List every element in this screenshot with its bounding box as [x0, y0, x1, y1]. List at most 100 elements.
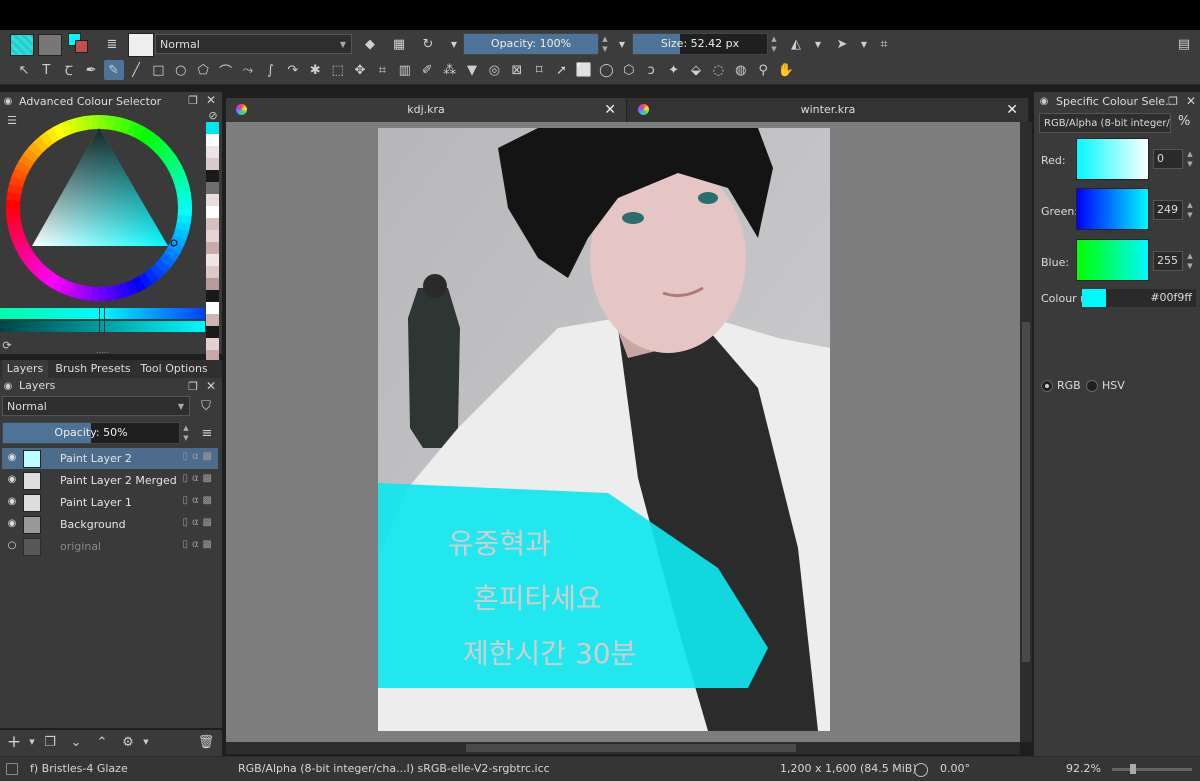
visibility-eye-icon[interactable]: ○	[6, 540, 18, 552]
palette-swatch[interactable]	[206, 254, 219, 266]
status-rotation[interactable]: 0.00°	[940, 757, 970, 781]
background-colour[interactable]	[75, 40, 88, 53]
layer-lock-alpha-icons[interactable]: ▯α▩	[172, 451, 216, 465]
float-panel-icon[interactable]: ❐	[186, 92, 200, 108]
brush-preset-thumbnail[interactable]	[128, 33, 154, 57]
transform-icon[interactable]: ⬚	[328, 60, 348, 80]
layer-row[interactable]: ◉ Background ▯α▩	[2, 514, 218, 535]
reload-preset-icon[interactable]: ↻	[418, 34, 438, 54]
crop-icon[interactable]: ⌗	[372, 60, 392, 80]
blend-mode-select[interactable]: Normal ▼	[155, 34, 352, 54]
hex-input[interactable]: #00f9ff	[1106, 289, 1196, 307]
move-icon[interactable]: ✥	[350, 60, 370, 80]
layer-blend-mode-select[interactable]: Normal ▼	[2, 396, 190, 416]
layer-row[interactable]: ◉ Paint Layer 2 ▯α▩	[2, 448, 218, 469]
contiguous-select-icon[interactable]: ✦	[664, 60, 684, 80]
gradient-swatch[interactable]	[10, 34, 34, 56]
zoom-icon[interactable]: ⚲	[753, 60, 773, 80]
tab-document-1[interactable]: kdj.kra ✕	[226, 98, 627, 122]
percent-toggle[interactable]: %	[1178, 114, 1190, 129]
artwork-canvas[interactable]: 유중혁과 혼피타세요 제한시간 30분	[378, 128, 830, 731]
calligraphy-icon[interactable]: ✒	[81, 60, 101, 80]
close-icon[interactable]: ✕	[1006, 98, 1018, 122]
chevron-down-icon[interactable]: ▼	[444, 34, 464, 54]
freehand-path-icon[interactable]: ∫	[260, 60, 280, 80]
opacity-spinner[interactable]: ▲ ▼	[600, 34, 610, 54]
colour-model-select[interactable]: RGB/Alpha (8-bit integer/...	[1039, 113, 1171, 133]
hsv-radio[interactable]	[1086, 380, 1098, 392]
close-icon[interactable]: ✕	[204, 92, 218, 108]
multibrush-icon[interactable]: ✱	[305, 60, 325, 80]
palette-swatch[interactable]	[206, 122, 219, 134]
vertical-scrollbar[interactable]	[1020, 122, 1032, 742]
layer-opacity-slider[interactable]: Opacity: 50%	[2, 422, 180, 444]
pattern-swatch[interactable]	[38, 34, 62, 56]
size-slider[interactable]: Size: 52.42 px	[632, 33, 768, 55]
green-channel-slider[interactable]	[1076, 188, 1149, 230]
chevron-down-icon[interactable]: ▼	[808, 34, 828, 54]
palette-swatch[interactable]	[206, 326, 219, 338]
palette-swatch[interactable]	[206, 182, 219, 194]
layer-lock-alpha-icons[interactable]: ▯α▩	[172, 495, 216, 509]
tab-brush-presets[interactable]: Brush Presets	[52, 360, 134, 378]
clear-history-icon[interactable]: ⊘	[206, 108, 220, 122]
bezier-icon[interactable]: ⤳	[238, 60, 258, 80]
zoom-slider-handle[interactable]	[1130, 764, 1136, 774]
slider-handle[interactable]	[99, 307, 105, 333]
select-icon[interactable]: ↖	[14, 60, 34, 80]
horizontal-scrollbar[interactable]	[226, 742, 1020, 754]
layer-name[interactable]: Paint Layer 1	[60, 492, 132, 513]
palette-swatch[interactable]	[206, 242, 219, 254]
layer-name[interactable]: original	[60, 536, 101, 557]
magnetic-select-icon[interactable]: ◍	[731, 60, 751, 80]
palette-swatch[interactable]	[206, 266, 219, 278]
alpha-lock-icon[interactable]: ▦	[389, 34, 409, 54]
gradient-icon[interactable]: ▥	[395, 60, 415, 80]
mirror-horizontal-icon[interactable]: ◭	[786, 34, 806, 54]
close-icon[interactable]: ✕	[204, 378, 218, 394]
palette-swatch[interactable]	[206, 338, 219, 350]
line-icon[interactable]: ╱	[126, 60, 146, 80]
color-picker-icon[interactable]: ✐	[417, 60, 437, 80]
reference-icon[interactable]: ⌑	[529, 60, 549, 80]
layer-lock-alpha-icons[interactable]: ▯α▩	[172, 539, 216, 553]
rotation-icon[interactable]	[914, 763, 928, 777]
horizontal-scrollbar-thumb[interactable]	[466, 744, 796, 752]
freehand-select-icon[interactable]: ↄ	[641, 60, 661, 80]
visibility-eye-icon[interactable]: ◉	[6, 452, 18, 464]
colour-wheel[interactable]	[2, 110, 204, 306]
tab-tool-options[interactable]: Tool Options	[138, 360, 210, 378]
layer-row[interactable]: ◉ Paint Layer 1 ▯α▩	[2, 492, 218, 513]
lock-icon[interactable]: ◉	[0, 378, 16, 394]
brush-settings-icon[interactable]: ≣	[102, 34, 122, 54]
filter-icon[interactable]: ⛉	[196, 396, 216, 416]
chevron-down-icon[interactable]: ▼	[612, 34, 632, 54]
float-panel-icon[interactable]: ❐	[186, 378, 200, 394]
red-value-input[interactable]: 0	[1153, 149, 1183, 169]
similar-select-icon[interactable]: ⬙	[686, 60, 706, 80]
palette-swatch[interactable]	[206, 158, 219, 170]
perspective-grid-icon[interactable]: ⊠	[507, 60, 527, 80]
layer-name[interactable]: Paint Layer 2	[60, 448, 132, 469]
fill-icon[interactable]: ▼	[462, 60, 482, 80]
opacity-slider[interactable]: Opacity: 100%	[463, 33, 599, 55]
rectangle-icon[interactable]: □	[148, 60, 168, 80]
resize-grip[interactable]: .....	[96, 347, 126, 355]
pan-icon[interactable]: ✋	[776, 60, 796, 80]
layer-name[interactable]: Paint Layer 2 Merged	[60, 470, 177, 491]
close-icon[interactable]: ✕	[1184, 93, 1198, 109]
freehand-text-icon[interactable]: Ꞇ	[59, 60, 79, 80]
palette-swatch[interactable]	[206, 146, 219, 158]
layer-menu-icon[interactable]: ≡	[197, 423, 217, 443]
bezier-select-icon[interactable]: ◌	[708, 60, 728, 80]
chevron-down-icon[interactable]: ▼	[22, 732, 42, 752]
duplicate-layer-icon[interactable]: ❐	[40, 732, 60, 752]
palette-swatch[interactable]	[206, 134, 219, 146]
blue-value-input[interactable]: 255	[1153, 251, 1183, 271]
layer-lock-alpha-icons[interactable]: ▯α▩	[172, 517, 216, 531]
palette-swatch[interactable]	[206, 314, 219, 326]
polygon-icon[interactable]: ⬠	[193, 60, 213, 80]
layer-name[interactable]: Background	[60, 514, 126, 535]
red-spinner[interactable]: ▲ ▼	[1185, 149, 1195, 169]
layer-lock-alpha-icons[interactable]: ▯α▩	[172, 473, 216, 487]
